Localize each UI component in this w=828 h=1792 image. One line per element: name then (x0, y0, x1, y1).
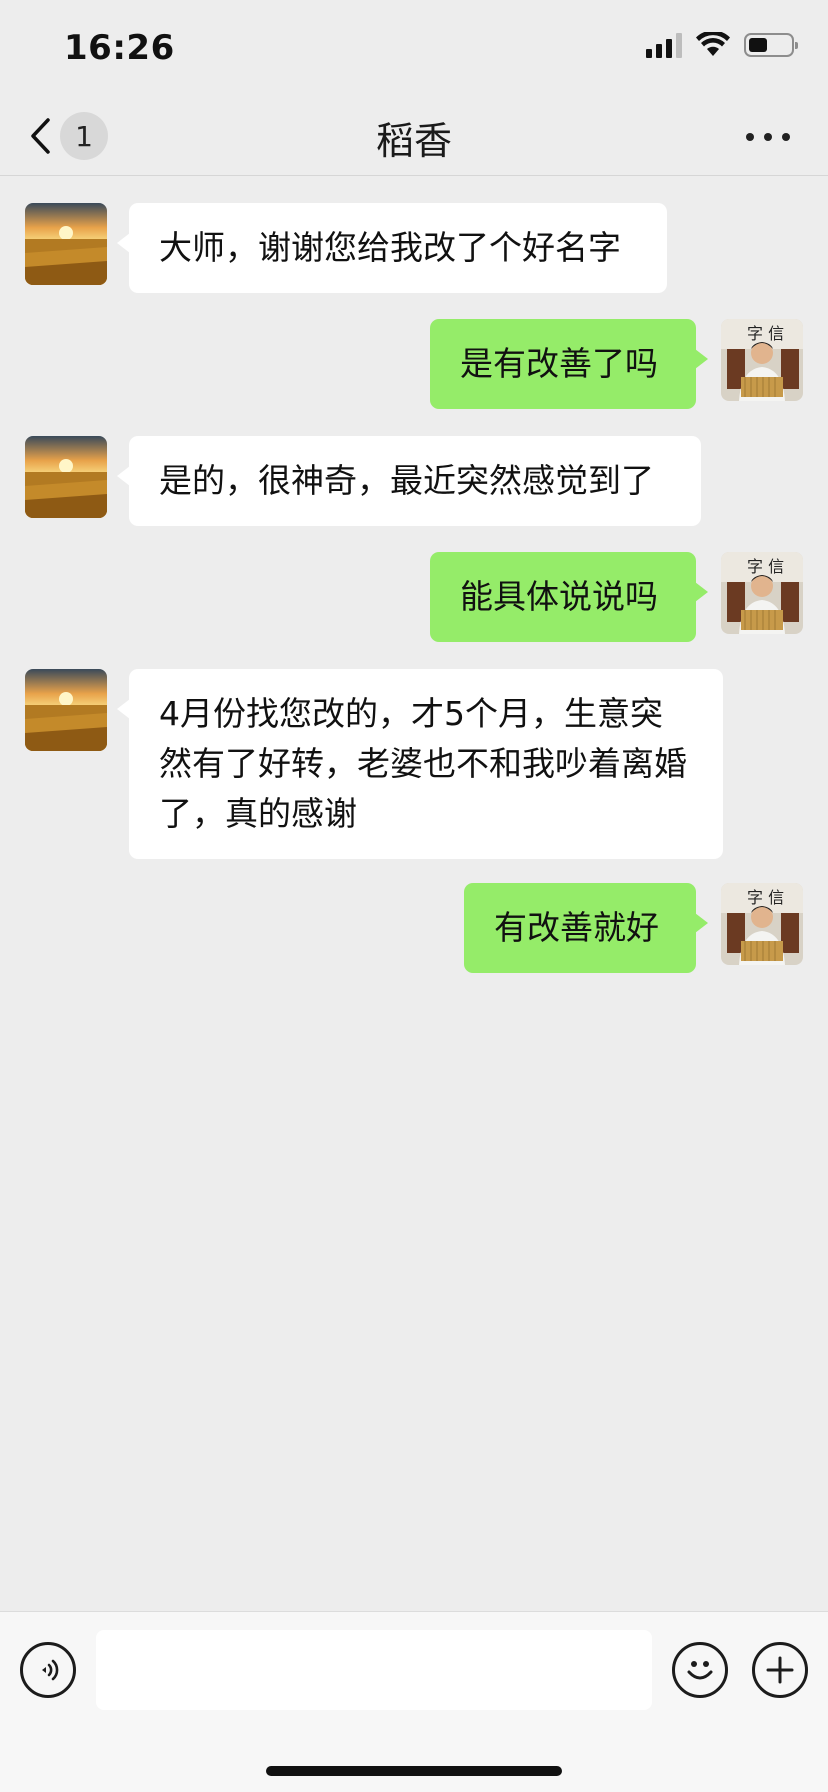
my-avatar[interactable]: 字 信 (721, 319, 803, 401)
message-input[interactable] (96, 1630, 652, 1710)
status-bar: 16:26 (0, 0, 828, 96)
more-icon-dot (764, 133, 772, 141)
voice-button[interactable] (20, 1642, 76, 1698)
message-bubble-sent[interactable]: 有改善就好 (464, 883, 708, 973)
chat-header: 1 稻香 (0, 96, 828, 176)
more-icon-dot (746, 133, 754, 141)
voice-icon (42, 1659, 59, 1681)
svg-text:字 信: 字 信 (747, 557, 784, 576)
emoji-icon (687, 1661, 713, 1680)
person-avatar-icon: 字 信 (721, 552, 803, 634)
contact-avatar[interactable] (25, 203, 107, 285)
home-indicator (266, 1766, 562, 1776)
message-bubble-received[interactable]: 4月份找您改的，才5个月，生意突然有了好转，老婆也不和我吵着离婚了，真的感谢 (117, 669, 723, 859)
wheat-field-avatar-icon (25, 436, 107, 518)
wheat-field-avatar-icon (25, 669, 107, 751)
message-bubble-received[interactable]: 是的，很神奇，最近突然感觉到了 (117, 436, 701, 526)
message-bubble-received[interactable]: 大师，谢谢您给我改了个好名字 (117, 203, 667, 293)
more-icon-dot (782, 133, 790, 141)
svg-text:字 信: 字 信 (747, 324, 784, 343)
my-avatar[interactable]: 字 信 (721, 883, 803, 965)
contact-avatar[interactable] (25, 669, 107, 751)
message-bubble-sent[interactable]: 是有改善了吗 (430, 319, 708, 409)
message-bubble-sent[interactable]: 能具体说说吗 (430, 552, 708, 642)
message-list[interactable]: 大师，谢谢您给我改了个好名字 是有改善了吗 字 信 是的，很神奇，最近突然感觉到… (0, 177, 828, 1611)
wifi-icon (696, 32, 730, 56)
status-icons (646, 32, 798, 58)
person-avatar-icon: 字 信 (721, 883, 803, 965)
more-functions-button[interactable] (752, 1642, 808, 1698)
contact-avatar[interactable] (25, 436, 107, 518)
input-bar (0, 1611, 828, 1792)
battery-icon (744, 33, 798, 57)
chat-title: 稻香 (375, 119, 452, 163)
signal-icon (646, 32, 682, 58)
plus-icon (766, 1656, 794, 1684)
emoji-button[interactable] (672, 1642, 728, 1698)
person-avatar-icon: 字 信 (721, 319, 803, 401)
status-time: 16:26 (64, 28, 175, 68)
more-button[interactable] (746, 122, 790, 152)
my-avatar[interactable]: 字 信 (721, 552, 803, 634)
wheat-field-avatar-icon (25, 203, 107, 285)
svg-text:字 信: 字 信 (747, 888, 784, 907)
